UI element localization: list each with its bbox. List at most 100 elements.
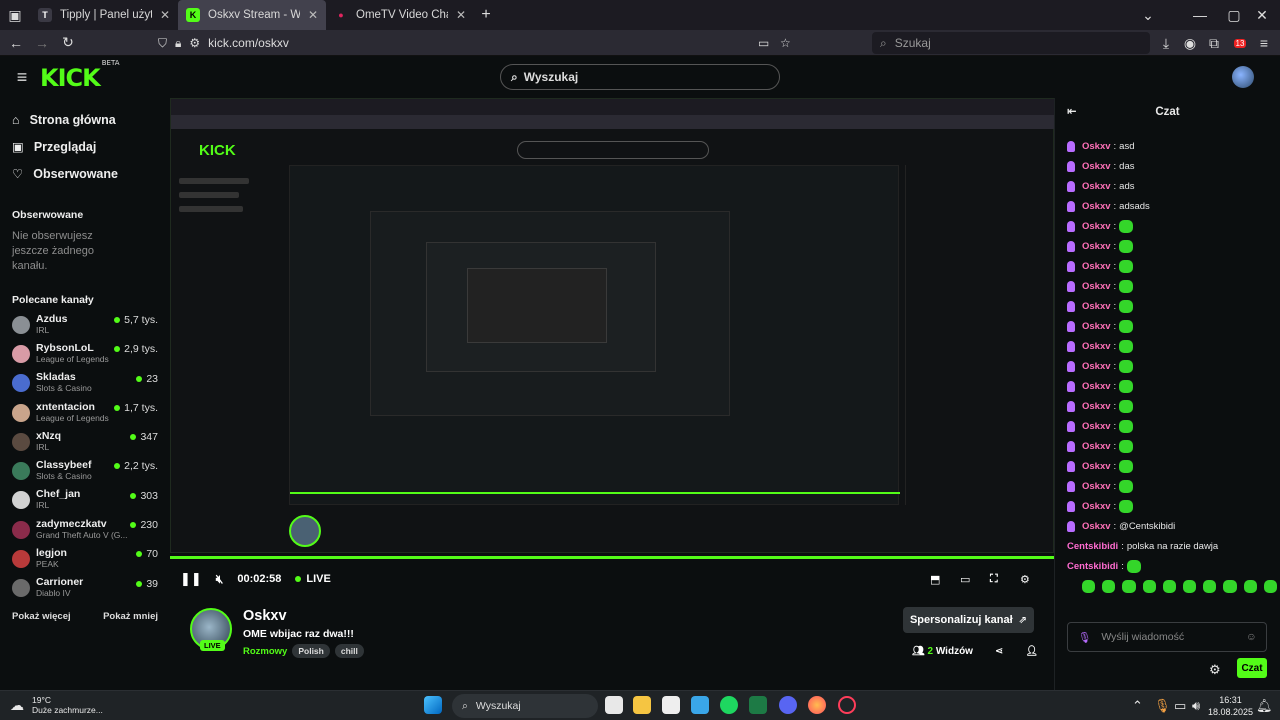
chat-username[interactable]: Oskxv (1082, 141, 1111, 152)
chat-username[interactable]: Oskxv (1082, 441, 1111, 452)
sidebar-menu-icon[interactable]: ≡ (10, 65, 34, 89)
chat-username[interactable]: Oskxv (1082, 361, 1111, 372)
opera-gx-icon[interactable] (838, 696, 856, 714)
chat-username[interactable]: Oskxv (1082, 241, 1111, 252)
chat-username[interactable]: Centskibidi (1067, 541, 1118, 552)
notion-icon[interactable] (662, 696, 680, 714)
back-arrow-icon[interactable]: ← (4, 31, 28, 55)
browser-search-box[interactable]: ⌕ Szukaj (872, 32, 1150, 54)
emote-option-icon[interactable] (1203, 580, 1217, 593)
emote-option-icon[interactable] (1102, 580, 1116, 593)
sidebar-item-browse[interactable]: ▣ Przeglądaj (0, 133, 170, 160)
app-icon[interactable] (691, 696, 709, 714)
chat-username[interactable]: Oskxv (1082, 421, 1111, 432)
spotify-icon[interactable] (720, 696, 738, 714)
chat-username[interactable]: Oskxv (1082, 181, 1111, 192)
emote-option-icon[interactable] (1122, 580, 1136, 593)
browser-tab-tipply[interactable]: T Tipply | Panel użytkownika ✕ (30, 0, 178, 30)
emote-option-icon[interactable] (1162, 580, 1177, 593)
send-chat-button[interactable]: Czat (1237, 658, 1267, 678)
minimize-window-icon[interactable]: — (1188, 3, 1212, 27)
sidebar-channel-item[interactable]: xntentacion League of Legends 1,7 tys. (0, 398, 170, 427)
user-avatar[interactable] (1232, 66, 1254, 88)
file-explorer-icon[interactable] (633, 696, 651, 714)
sidebar-channel-item[interactable]: Classybeef Slots & Casino 2,2 tys. (0, 456, 170, 485)
chat-username[interactable]: Oskxv (1082, 201, 1111, 212)
extensions-icon[interactable]: ⧉ (1202, 31, 1226, 55)
sidebar-channel-item[interactable]: Azdus IRL 5,7 tys. (0, 310, 170, 339)
show-more-button[interactable]: Pokaż więcej (12, 611, 71, 622)
tray-chevron-icon[interactable]: ⌃ (1132, 698, 1143, 714)
reload-icon[interactable]: ↻ (56, 31, 80, 55)
emote-option-icon[interactable] (1082, 580, 1096, 593)
miniplayer-icon[interactable]: ⬒ (930, 573, 940, 586)
chat-username[interactable]: Oskxv (1082, 401, 1111, 412)
share-icon[interactable]: ⋖ (995, 646, 1003, 657)
extension-badge-icon[interactable]: 13 (1228, 31, 1252, 55)
task-view-icon[interactable] (605, 696, 623, 714)
channel-name[interactable]: Oskxv (243, 608, 287, 624)
emoji-icon[interactable]: ☺ (1246, 631, 1257, 643)
emote-option-icon[interactable] (1142, 580, 1156, 593)
chat-username[interactable]: Oskxv (1082, 381, 1111, 392)
sidebar-item-following[interactable]: ♡ Obserwowane (0, 160, 170, 187)
tab-overview-icon[interactable]: ▣ (0, 3, 30, 27)
chat-username[interactable]: Oskxv (1082, 161, 1111, 172)
windows-start-icon[interactable] (424, 696, 442, 714)
emote-option-icon[interactable] (1183, 580, 1197, 593)
weather-widget[interactable]: ☁ 19°C Duże zachmurze... (10, 695, 103, 715)
chat-username[interactable]: Centskibidi (1067, 561, 1118, 572)
chat-username[interactable]: Oskxv (1082, 461, 1111, 472)
mute-icon[interactable]: 🔇︎ (216, 572, 224, 587)
stream-tag[interactable]: chill (334, 644, 364, 658)
excel-icon[interactable] (749, 696, 767, 714)
chat-username[interactable]: Oskxv (1082, 221, 1111, 232)
pause-icon[interactable]: ❚❚ (180, 571, 202, 587)
stream-category[interactable]: Rozmowy (243, 646, 287, 657)
emote-option-icon[interactable] (1223, 580, 1237, 593)
chat-username[interactable]: Oskxv (1082, 321, 1111, 332)
sidebar-item-home[interactable]: ⌂ Strona główna (0, 106, 170, 133)
chat-username[interactable]: Oskxv (1082, 521, 1111, 532)
forward-arrow-icon[interactable]: → (30, 31, 54, 55)
taskbar-search[interactable]: ⌕ Wyszukaj (452, 694, 598, 718)
lock-icon[interactable]: 🔒︎ (175, 36, 181, 51)
sidebar-channel-item[interactable]: xNzq IRL 347 (0, 427, 170, 456)
network-icon[interactable]: ▭ (1174, 698, 1186, 714)
sidebar-channel-item[interactable]: Carrioner Diablo IV 39 (0, 574, 170, 603)
close-window-icon[interactable]: ✕ (1250, 3, 1274, 27)
url-text[interactable]: kick.com/oskxv (208, 36, 289, 50)
sidebar-channel-item[interactable]: Chef_jan IRL 303 (0, 486, 170, 515)
close-tab-icon[interactable]: ✕ (308, 8, 318, 22)
collapse-chat-icon[interactable]: ⇤ (1067, 104, 1077, 118)
theater-mode-icon[interactable]: ▭ (960, 573, 970, 586)
stream-progress-bar[interactable] (170, 556, 1054, 559)
address-bar[interactable]: ⛉ 🔒︎ ⚙ kick.com/oskxv ▭ ☆ (152, 32, 800, 54)
chat-message-input[interactable]: 🎙︎ Wyślij wiadomość ☺ (1067, 622, 1267, 652)
new-tab-button[interactable]: + (474, 3, 498, 27)
sidebar-channel-item[interactable]: Skladas Slots & Casino 23 (0, 369, 170, 398)
volume-icon[interactable]: 🔊︎ (1192, 698, 1200, 714)
discord-icon[interactable] (779, 696, 797, 714)
show-less-button[interactable]: Pokaż mniej (103, 611, 158, 622)
kick-search-input[interactable]: ⌕ Wyszukaj (500, 64, 780, 90)
close-tab-icon[interactable]: ✕ (160, 8, 170, 22)
chat-username[interactable]: Oskxv (1082, 281, 1111, 292)
follow-user-icon[interactable]: 👤︎ (1025, 646, 1038, 657)
sidebar-channel-item[interactable]: zadymeczkatv Grand Theft Auto V (G... 230 (0, 515, 170, 544)
taskbar-clock[interactable]: 16:31 18.08.2025 (1208, 694, 1253, 718)
chat-username[interactable]: Oskxv (1082, 341, 1111, 352)
browser-tab-ometv[interactable]: ● OmeTV Video Chat — Omegle ✕ (326, 0, 474, 30)
chat-username[interactable]: Oskxv (1082, 501, 1111, 512)
chat-username[interactable]: Oskxv (1082, 261, 1111, 272)
notifications-bell-icon[interactable]: 🔔︎ (1256, 698, 1273, 714)
emote-option-icon[interactable] (1243, 580, 1257, 593)
microphone-tray-icon[interactable]: 🎙︎ (1154, 698, 1171, 714)
kick-logo[interactable]: KICKBETA (40, 59, 120, 92)
browser-tab-kick[interactable]: K Oskxv Stream - Watch Live on Kick ✕ (178, 0, 326, 30)
settings-gear-icon[interactable]: ⚙ (1020, 573, 1030, 586)
close-tab-icon[interactable]: ✕ (456, 8, 466, 22)
sidebar-channel-item[interactable]: RybsonLoL League of Legends 2,9 tys. (0, 339, 170, 368)
shield-icon[interactable]: ⛉ (158, 36, 167, 51)
customize-channel-button[interactable]: Spersonalizuj kanał ⇗ (903, 607, 1034, 633)
